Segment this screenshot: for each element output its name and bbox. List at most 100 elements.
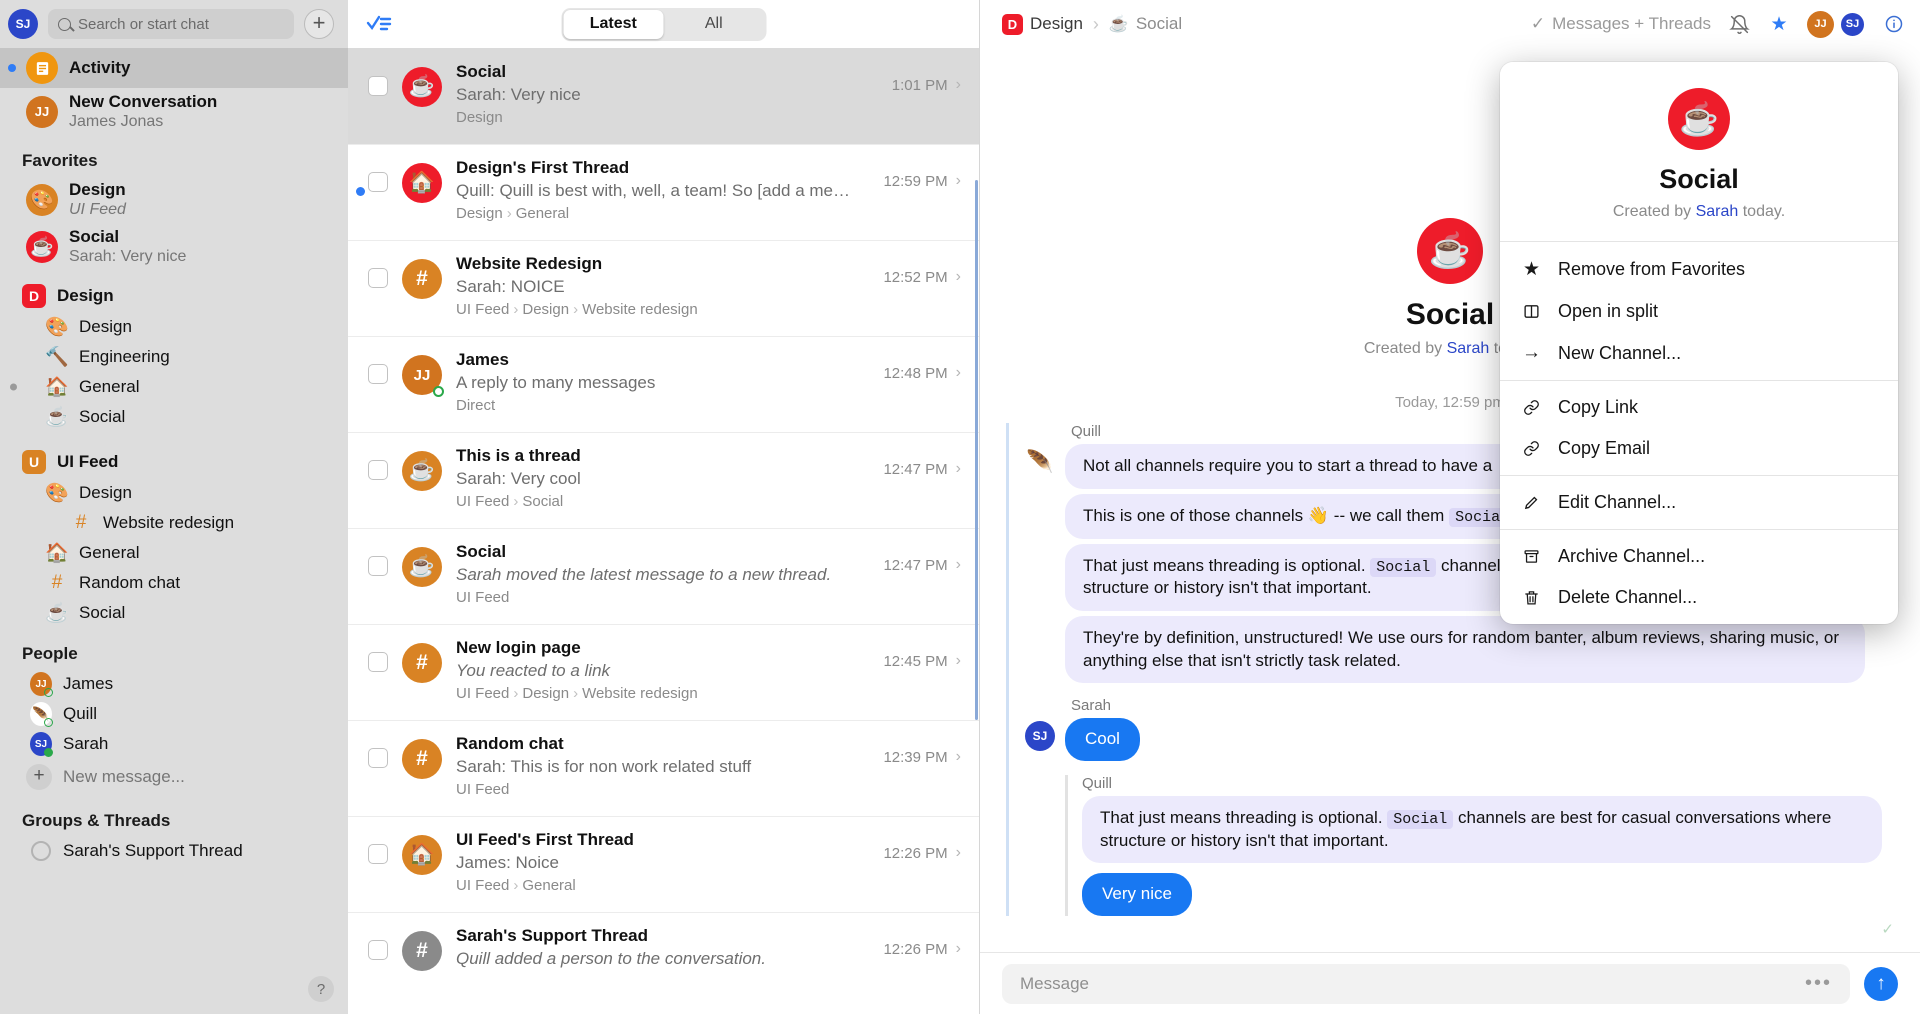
avatar[interactable]: SJ (8, 9, 38, 39)
menu-item-label: New Channel... (1558, 342, 1682, 363)
chevron-right-icon[interactable]: › (956, 268, 961, 286)
breadcrumb-team[interactable]: Design (1030, 14, 1083, 34)
list-item[interactable]: # Random chat Sarah: This is for non wor… (348, 720, 979, 816)
list-item[interactable]: ☕ This is a thread Sarah: Very cool UI F… (348, 432, 979, 528)
house-icon: 🏠 (45, 377, 69, 398)
presence-indicator (44, 688, 53, 697)
house-icon: 🏠 (402, 163, 442, 203)
sidebar-item-design-general[interactable]: 🏠 General (0, 372, 348, 402)
list-item[interactable]: # Website Redesign Sarah: NOICE UI Feed ›… (348, 240, 979, 336)
row-checkbox[interactable] (368, 844, 388, 864)
chevron-right-icon[interactable]: › (956, 748, 961, 766)
new-message-label: New message... (63, 767, 185, 786)
list-item[interactable]: # Sarah's Support Thread Quill added a p… (348, 912, 979, 1008)
chevron-right-icon[interactable]: › (956, 844, 961, 862)
sidebar-item-design-engineering[interactable]: 🔨 Engineering (0, 342, 348, 372)
creator-link[interactable]: Sarah (1696, 203, 1739, 220)
row-checkbox[interactable] (368, 652, 388, 672)
sidebar-team-label: UI Feed (57, 452, 119, 471)
sidebar-item-uifeed-design[interactable]: 🎨 Design (0, 478, 348, 508)
list-scrollbar[interactable] (975, 180, 978, 720)
list-item-title: Social (456, 542, 507, 561)
sidebar-team-design[interactable]: D Design (0, 270, 348, 312)
row-checkbox[interactable] (368, 364, 388, 384)
list-item[interactable]: ☕ Social Sarah moved the latest message … (348, 528, 979, 624)
message-bubble[interactable]: Very nice (1082, 873, 1192, 917)
avatar[interactable]: SJ (1839, 10, 1866, 38)
list-item-title: This is a thread (456, 446, 581, 465)
avatar[interactable]: JJ (1807, 10, 1834, 38)
message-input[interactable]: Message ••• (1002, 963, 1850, 1004)
new-message-button[interactable]: + New message... (0, 759, 348, 795)
list-item[interactable]: ☕ Social Sarah: Very nice Design 1:01 PM… (348, 48, 979, 144)
search-input[interactable]: Search or start chat (48, 9, 294, 39)
message-filter-label: Messages + Threads (1552, 14, 1711, 33)
search-icon (58, 17, 71, 31)
row-checkbox[interactable] (368, 940, 388, 960)
chevron-right-icon[interactable]: › (956, 76, 961, 94)
sidebar-item-favorite-design[interactable]: 🎨 Design UI Feed (0, 176, 348, 223)
list-item-path: UI Feed › Design › Website redesign (456, 301, 698, 318)
compose-button[interactable]: + (304, 9, 334, 39)
message-filter-button[interactable]: ✓ Messages + Threads (1531, 14, 1711, 34)
row-checkbox[interactable] (368, 76, 388, 96)
menu-item-delete-channel[interactable]: Delete Channel... (1500, 577, 1898, 618)
chevron-right-icon[interactable]: › (956, 460, 961, 478)
info-icon[interactable] (1882, 14, 1906, 34)
menu-item-open-in-split[interactable]: Open in split (1500, 291, 1898, 332)
row-checkbox[interactable] (368, 268, 388, 288)
read-receipt-icon: ✓ (1881, 921, 1894, 938)
sidebar-item-uifeed-website-redesign[interactable]: # Website redesign (0, 508, 348, 538)
menu-item-copy-link[interactable]: Copy Link (1500, 387, 1898, 428)
row-checkbox[interactable] (368, 172, 388, 192)
sidebar-item-favorite-social[interactable]: ☕ Social Sarah: Very nice (0, 223, 348, 270)
sidebar-item-design-design[interactable]: 🎨 Design (0, 312, 348, 342)
sidebar-item-activity[interactable]: Activity (0, 48, 348, 88)
sidebar-item-uifeed-random-chat[interactable]: # Random chat (0, 568, 348, 598)
menu-item-copy-email[interactable]: Copy Email (1500, 428, 1898, 469)
message-bubble[interactable]: That just means threading is optional. S… (1082, 795, 1882, 864)
bell-muted-icon[interactable] (1727, 14, 1751, 35)
message-author: Quill (1082, 774, 1113, 792)
list-item[interactable]: 🏠 Design's First Thread Quill: Quill is … (348, 144, 979, 240)
chevron-right-icon[interactable]: › (956, 940, 961, 958)
sidebar-item-person-james[interactable]: JJ James (0, 669, 348, 699)
sidebar-item-person-quill[interactable]: 🪶 Quill (0, 699, 348, 729)
sidebar-item-uifeed-social[interactable]: ☕ Social (0, 598, 348, 628)
checklist-icon[interactable] (366, 14, 392, 34)
menu-item-edit-channel[interactable]: Edit Channel... (1500, 482, 1898, 523)
menu-item-archive-channel[interactable]: Archive Channel... (1500, 536, 1898, 577)
sidebar-item-design-social[interactable]: ☕ Social (0, 402, 348, 432)
chevron-right-icon[interactable]: › (956, 556, 961, 574)
message-bubble[interactable]: Cool (1065, 718, 1140, 761)
sidebar-item-new-conversation[interactable]: JJ New Conversation James Jonas (0, 88, 348, 135)
list-item-preview: Sarah: Very nice (456, 85, 581, 104)
row-checkbox[interactable] (368, 556, 388, 576)
menu-item-label: Delete Channel... (1558, 587, 1698, 607)
star-icon[interactable]: ★ (1767, 13, 1791, 36)
list-item-path: Design › General (456, 205, 570, 222)
channel-creator-link[interactable]: Sarah (1447, 340, 1490, 357)
breadcrumb-channel[interactable]: Social (1136, 14, 1182, 34)
message-bubble[interactable]: They're by definition, unstructured! We … (1065, 616, 1865, 684)
chevron-right-icon[interactable]: › (956, 364, 961, 382)
ellipsis-icon[interactable]: ••• (1805, 972, 1832, 995)
chevron-right-icon[interactable]: › (956, 172, 961, 190)
list-item[interactable]: # New login page You reacted to a link U… (348, 624, 979, 720)
menu-item-remove-from-favorites[interactable]: ★ Remove from Favorites (1500, 248, 1898, 291)
send-button[interactable]: ↑ (1864, 966, 1898, 1001)
tab-all[interactable]: All (664, 10, 765, 39)
row-checkbox[interactable] (368, 748, 388, 768)
list-item[interactable]: JJ James A reply to many messages Direct… (348, 336, 979, 432)
tab-latest[interactable]: Latest (563, 9, 664, 39)
chevron-right-icon[interactable]: › (956, 652, 961, 670)
list-item[interactable]: 🏠 UI Feed's First Thread James: Noice UI… (348, 816, 979, 912)
hash-icon: # (75, 512, 87, 533)
sidebar-item-sarahs-support-thread[interactable]: Sarah's Support Thread (0, 836, 348, 866)
sidebar-team-uifeed[interactable]: U UI Feed (0, 432, 348, 478)
sidebar-item-person-sarah[interactable]: SJ Sarah (0, 729, 348, 759)
menu-item-new-channel[interactable]: → New Channel... (1500, 332, 1898, 374)
sidebar-item-uifeed-general[interactable]: 🏠 General (0, 538, 348, 568)
row-checkbox[interactable] (368, 460, 388, 480)
help-button[interactable]: ? (308, 976, 334, 1002)
